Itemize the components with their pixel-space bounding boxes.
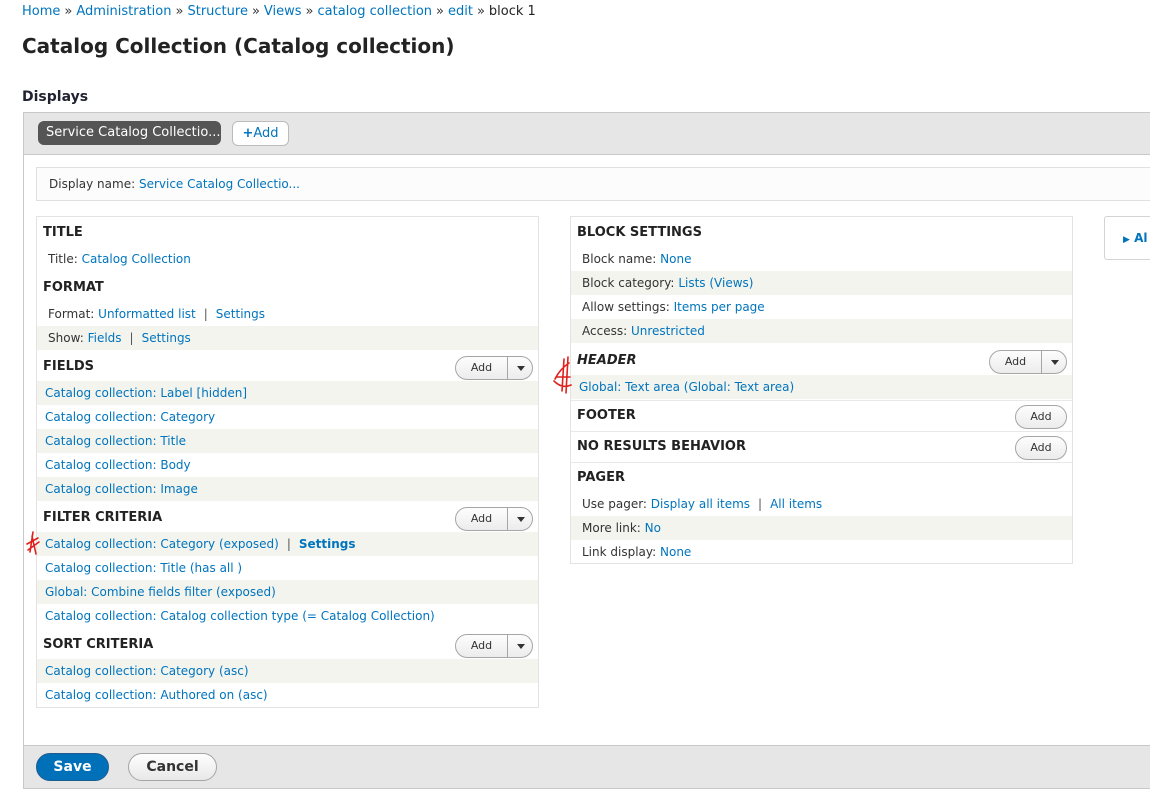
link-display-link[interactable]: None	[660, 545, 691, 559]
filter-item[interactable]: Global: Combine fields filter (exposed)	[37, 580, 538, 604]
block-category-link[interactable]: Lists (Views)	[678, 276, 753, 290]
field-item[interactable]: Catalog collection: Title	[37, 429, 538, 453]
breadcrumb-current: block 1	[488, 4, 536, 19]
link-display-row: Link display: None	[582, 545, 692, 559]
more-link-row: More link: No	[571, 516, 1072, 540]
breadcrumb-views[interactable]: Views	[264, 4, 302, 19]
show-fields-link[interactable]: Fields	[88, 331, 122, 345]
allow-settings-row: Allow settings: Items per page	[582, 300, 765, 314]
divider	[571, 431, 1072, 432]
block-settings-heading: BLOCK SETTINGS	[577, 225, 702, 240]
divider	[571, 462, 1072, 463]
use-pager-row: Use pager: Display all items | All items	[582, 497, 823, 511]
page-title: Catalog Collection (Catalog collection)	[22, 34, 455, 58]
breadcrumb-structure[interactable]: Structure	[187, 4, 247, 19]
breadcrumb-edit[interactable]: edit	[448, 4, 473, 19]
allow-settings-link[interactable]: Items per page	[674, 300, 765, 314]
breadcrumb-sep: »	[251, 4, 260, 19]
breadcrumb-home[interactable]: Home	[22, 4, 60, 19]
add-display-button[interactable]: +Add	[232, 121, 289, 146]
filter-item[interactable]: Catalog collection: Catalog collection t…	[37, 604, 538, 628]
chevron-down-icon[interactable]	[507, 508, 533, 530]
plus-icon: +	[242, 126, 254, 141]
field-item[interactable]: Catalog collection: Label [hidden]	[37, 381, 538, 405]
sort-item[interactable]: Catalog collection: Authored on (asc)	[37, 683, 538, 707]
format-row: Format: Unformatted list | Settings	[48, 307, 266, 321]
display-name-bar: Display name: Service Catalog Collectio.…	[36, 167, 1150, 201]
left-column: TITLE Title: Catalog Collection FORMAT F…	[36, 216, 539, 708]
filter-section-heading: FILTER CRITERIA	[43, 510, 163, 525]
displays-heading: Displays	[22, 89, 89, 105]
block-name-link[interactable]: None	[660, 252, 691, 266]
use-pager-link[interactable]: Display all items	[651, 497, 750, 511]
footer-section-heading: FOOTER	[577, 408, 636, 423]
advanced-toggle[interactable]: ▶ Al	[1104, 216, 1150, 260]
no-results-section-heading: NO RESULTS BEHAVIOR	[577, 439, 746, 454]
header-item[interactable]: Global: Text area (Global: Text area)	[571, 375, 1072, 399]
more-link-link[interactable]: No	[645, 521, 661, 535]
field-item[interactable]: Catalog collection: Image	[37, 477, 538, 501]
title-link[interactable]: Catalog Collection	[82, 252, 191, 266]
title-row: Title: Catalog Collection	[48, 252, 191, 266]
display-tab-active[interactable]: Service Catalog Collectio...	[38, 121, 221, 145]
header-add-button[interactable]: Add	[989, 350, 1067, 374]
display-name-label: Display name:	[49, 177, 136, 191]
breadcrumb: Home» Administration» Structure» Views» cata…	[22, 4, 536, 19]
footer-add-button[interactable]: Add	[1015, 405, 1067, 429]
fields-add-button[interactable]: Add	[455, 356, 533, 380]
breadcrumb-sep: »	[476, 4, 485, 19]
format-section-heading: FORMAT	[43, 280, 104, 295]
triangle-right-icon: ▶	[1123, 235, 1130, 245]
sort-item[interactable]: Catalog collection: Category (asc)	[37, 659, 538, 683]
breadcrumb-sep: »	[175, 4, 184, 19]
filter-settings-link[interactable]: Settings	[299, 537, 356, 551]
cancel-button[interactable]: Cancel	[128, 753, 217, 781]
breadcrumb-sep: »	[305, 4, 314, 19]
chevron-down-icon[interactable]	[1041, 351, 1067, 373]
display-name-link[interactable]: Service Catalog Collectio...	[139, 177, 300, 191]
show-settings-link[interactable]: Settings	[142, 331, 191, 345]
save-button[interactable]: Save	[36, 753, 109, 781]
breadcrumb-catalog-collection[interactable]: catalog collection	[318, 4, 433, 19]
title-section-heading: TITLE	[43, 225, 83, 240]
block-category-row: Block category: Lists (Views)	[571, 271, 1072, 295]
sorts-add-button[interactable]: Add	[455, 634, 533, 658]
divider	[571, 400, 1072, 401]
field-item[interactable]: Catalog collection: Category	[37, 405, 538, 429]
pager-section-heading: PAGER	[577, 470, 625, 485]
fields-section-heading: FIELDS	[43, 359, 95, 374]
filters-add-button[interactable]: Add	[455, 507, 533, 531]
chevron-down-icon[interactable]	[507, 357, 533, 379]
right-column: BLOCK SETTINGS Block name: None Block ca…	[570, 216, 1073, 564]
breadcrumb-administration[interactable]: Administration	[76, 4, 171, 19]
field-item[interactable]: Catalog collection: Body	[37, 453, 538, 477]
chevron-down-icon[interactable]	[507, 635, 533, 657]
no-results-add-button[interactable]: Add	[1015, 436, 1067, 460]
show-row: Show: Fields | Settings	[37, 326, 538, 350]
filter-item[interactable]: Catalog collection: Title (has all )	[37, 556, 538, 580]
pager-options-link[interactable]: All items	[770, 497, 822, 511]
format-settings-link[interactable]: Settings	[216, 307, 265, 321]
header-section-heading: HEADER	[577, 353, 637, 368]
breadcrumb-sep: »	[64, 4, 73, 19]
breadcrumb-sep: »	[436, 4, 444, 19]
format-link[interactable]: Unformatted list	[98, 307, 196, 321]
access-link[interactable]: Unrestricted	[631, 324, 705, 338]
filter-item[interactable]: Catalog collection: Category (exposed) | S…	[37, 532, 538, 556]
access-row: Access: Unrestricted	[571, 319, 1072, 343]
sort-section-heading: SORT CRITERIA	[43, 637, 154, 652]
block-name-row: Block name: None	[582, 252, 692, 266]
